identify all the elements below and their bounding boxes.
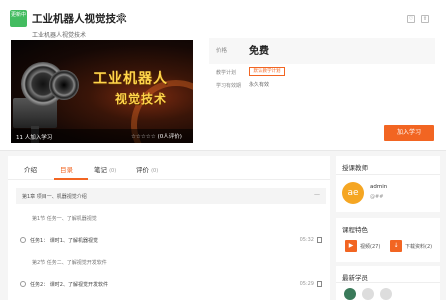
share-icon[interactable]: ⇪: [421, 15, 429, 23]
chapter-title: 第1章 项目一、机器视觉介绍: [22, 194, 87, 200]
task-status-icon: [20, 237, 26, 243]
page-title: 工业机器人视觉技术: [32, 13, 127, 25]
collapse-icon[interactable]: —: [314, 191, 320, 198]
feature-download: 下载资料(2): [405, 244, 433, 250]
tab-count: (0): [151, 168, 159, 174]
camera-lens-front: [49, 70, 79, 100]
price-value: 免费: [249, 46, 269, 57]
tab-reviews[interactable]: 评价 (0): [136, 164, 158, 174]
task-duration: 05:29: [299, 281, 314, 287]
chapter-row[interactable]: 第1章 项目一、机器视觉介绍 —: [16, 188, 326, 204]
student-avatar[interactable]: [380, 288, 392, 300]
teacher-name[interactable]: admin: [370, 184, 387, 190]
tab-count: (0): [109, 168, 117, 174]
tab-catalog[interactable]: 目录: [60, 164, 73, 174]
task-status-icon: [20, 281, 26, 287]
student-avatar[interactable]: [344, 288, 356, 300]
course-content: 介绍 目录 笔记 (0) 评价 (0) 第1章 项目一、机器视觉介绍 — 第1节…: [8, 156, 330, 300]
task-duration: 05:32: [299, 237, 314, 243]
video-icon: ▶: [345, 240, 357, 252]
features-title: 课程特色: [342, 226, 368, 234]
tab-label: 评价: [136, 166, 149, 174]
feature-video: 视频(27): [360, 244, 381, 250]
students-title: 最新学员: [342, 274, 368, 282]
validity-label: 学习有效期: [216, 83, 242, 89]
course-subtitle: 工业机器人视觉技术: [32, 32, 87, 39]
qr-code-icon[interactable]: [118, 14, 125, 21]
plan-label: 教学计划: [216, 70, 237, 76]
teacher-desc: @##: [370, 194, 384, 200]
rating-count: (0人评价): [157, 134, 182, 140]
tab-label: 笔记: [94, 166, 107, 174]
teacher-panel: 授课教师 ae admin @##: [336, 156, 440, 212]
cover-title-line2: 视觉技术: [115, 92, 168, 106]
section-title: 第1节 任务一、了解机器视觉: [32, 216, 97, 222]
video-icon: [317, 237, 322, 243]
course-cover-image: 工业机器人 视觉技术 11 人加入学习 ☆☆☆☆☆ (0人评价): [11, 40, 193, 143]
star-icons: ☆☆☆☆☆: [131, 134, 156, 140]
join-button[interactable]: 加入学习: [384, 125, 434, 141]
favorite-icon[interactable]: ♡: [407, 15, 415, 23]
price-box: 价格 免费: [209, 38, 435, 64]
students-panel: 最新学员: [336, 266, 440, 300]
rating-stars: ☆☆☆☆☆ (0人评价): [131, 132, 182, 140]
download-icon: ↓: [390, 240, 402, 252]
course-header: 更新中 工业机器人视觉技术 工业机器人视觉技术 ♡ ⇪ 工业机器人 视觉技术 1…: [0, 0, 446, 151]
divider: [336, 282, 440, 283]
tab-label: 目录: [60, 166, 73, 174]
task-row[interactable]: 任务2： 课时2、了解视觉开发软件 05:29: [16, 277, 326, 293]
tab-label: 介绍: [24, 166, 37, 174]
status-badge: 更新中: [10, 10, 27, 27]
tab-notes[interactable]: 笔记 (0): [94, 164, 116, 174]
task-row[interactable]: 任务1： 课时1、了解机器视觉 05:32: [16, 233, 326, 249]
section-title: 第2节 任务二、了解视觉开发软件: [32, 260, 107, 266]
tab-intro[interactable]: 介绍: [24, 164, 37, 174]
price-label: 价格: [216, 48, 228, 54]
tab-bar: 介绍 目录 笔记 (0) 评价 (0): [8, 156, 330, 180]
learner-count: 11 人加入学习: [16, 135, 53, 141]
student-avatar[interactable]: [362, 288, 374, 300]
cover-title-line1: 工业机器人: [93, 71, 168, 87]
active-tab-indicator: [54, 178, 88, 180]
teacher-title: 授课教师: [342, 164, 368, 172]
task-title: 任务1： 课时1、了解机器视觉: [30, 238, 98, 244]
task-title: 任务2： 课时2、了解视觉开发软件: [30, 282, 108, 288]
validity-value: 永久有效: [249, 82, 270, 88]
plan-tag[interactable]: 默认教学计划: [249, 67, 285, 76]
avatar[interactable]: ae: [342, 182, 364, 204]
divider: [336, 174, 440, 175]
video-icon: [317, 281, 322, 287]
cover-info-bar: 11 人加入学习 ☆☆☆☆☆ (0人评价): [11, 129, 193, 143]
